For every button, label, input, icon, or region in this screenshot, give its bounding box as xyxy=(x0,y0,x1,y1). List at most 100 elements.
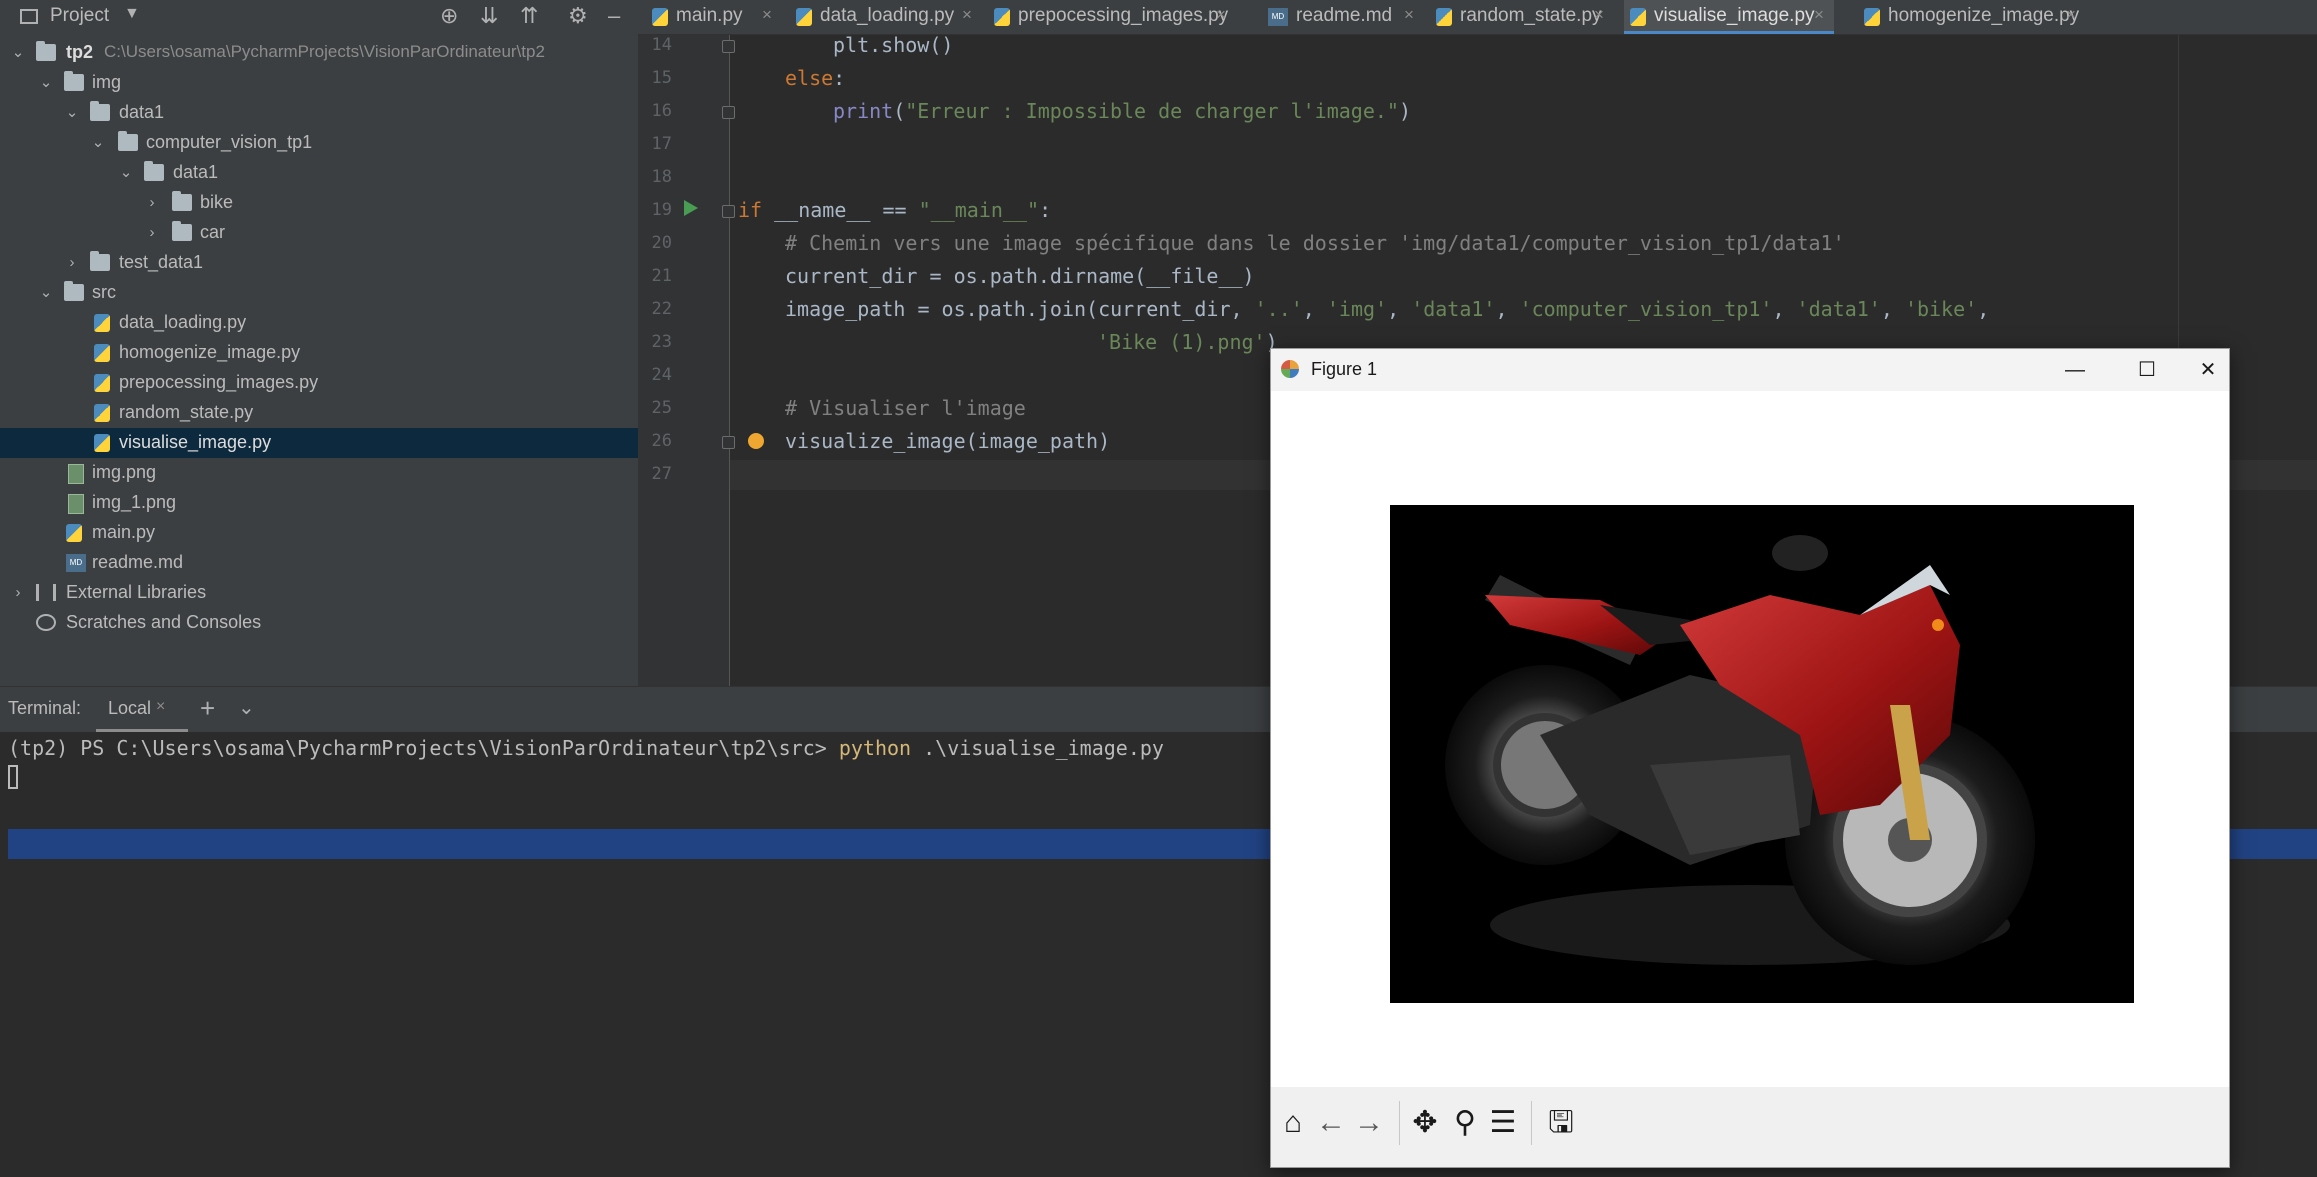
scratches-icon xyxy=(36,614,56,631)
project-header: Project ▼ ⊕ ⇊ ⇈ ⚙ – xyxy=(0,0,638,34)
close-icon[interactable]: ✕ xyxy=(2187,353,2229,387)
configure-subplots-icon[interactable]: ☰ xyxy=(1485,1103,1521,1143)
folder-icon xyxy=(144,161,164,181)
string: 'data1' xyxy=(1796,297,1881,321)
terminal-command: python xyxy=(838,736,912,760)
line-number: 21 xyxy=(651,266,672,286)
chevron-down-icon[interactable]: ⌄ xyxy=(36,278,56,308)
python-file-icon xyxy=(94,314,110,332)
chevron-right-icon[interactable]: › xyxy=(142,188,162,218)
matplotlib-figure-window[interactable]: Figure 1 — ☐ ✕ ⌂ ← → ✥ ⚲ ☰ 🖫 xyxy=(1270,348,2230,1168)
fold-marker-icon[interactable] xyxy=(722,40,735,53)
new-terminal-icon[interactable]: + xyxy=(200,693,215,724)
back-arrow-icon[interactable]: ← xyxy=(1313,1103,1349,1143)
tree-label: img_1.png xyxy=(92,492,177,512)
chevron-down-icon[interactable]: ⌄ xyxy=(62,98,82,128)
intention-bulb-icon[interactable] xyxy=(748,433,764,449)
close-icon[interactable]: × xyxy=(156,698,165,716)
hide-icon[interactable]: – xyxy=(608,3,620,29)
chevron-down-icon[interactable]: ⌄ xyxy=(8,38,28,68)
tab-main-py[interactable]: main.py × xyxy=(646,0,782,34)
line-number: 18 xyxy=(651,167,672,187)
tab-label: random_state.py xyxy=(1460,5,1602,26)
chevron-down-icon[interactable]: ⌄ xyxy=(88,128,108,158)
chevron-right-icon[interactable]: › xyxy=(8,578,28,608)
library-icon xyxy=(36,584,56,601)
tree-file-main-py[interactable]: main.py xyxy=(0,518,638,548)
chevron-down-icon[interactable]: ▼ xyxy=(124,5,140,23)
tree-file-img-1-png[interactable]: img_1.png xyxy=(0,488,638,518)
figure-canvas[interactable] xyxy=(1271,391,2229,1087)
project-title[interactable]: Project xyxy=(50,5,109,27)
fold-marker-icon[interactable] xyxy=(722,205,735,218)
chevron-down-icon[interactable]: ⌄ xyxy=(116,158,136,188)
tree-node-external-libraries[interactable]: › External Libraries xyxy=(0,578,638,608)
home-icon[interactable]: ⌂ xyxy=(1275,1103,1311,1143)
tree-node-tp2[interactable]: ⌄ tp2 C:\Users\osama\PycharmProjects\Vis… xyxy=(0,38,638,68)
close-icon[interactable]: × xyxy=(1594,5,1604,25)
string: 'bike' xyxy=(1904,297,1978,321)
code-line-15: else: xyxy=(785,66,845,90)
chevron-right-icon[interactable]: › xyxy=(62,248,82,278)
python-file-icon xyxy=(94,404,110,422)
tree-label: main.py xyxy=(92,522,156,542)
tree-file-homogenize-image[interactable]: homogenize_image.py xyxy=(0,338,638,368)
code-text: __name__ == xyxy=(762,198,919,222)
chevron-down-icon[interactable]: ⌄ xyxy=(238,695,255,720)
close-icon[interactable]: × xyxy=(1216,5,1226,25)
tree-file-visualise-image[interactable]: visualise_image.py xyxy=(0,428,638,458)
builtin: print xyxy=(833,99,894,123)
tree-file-prepocessing-images[interactable]: prepocessing_images.py xyxy=(0,368,638,398)
tree-node-car[interactable]: › car xyxy=(0,218,638,248)
tree-file-readme[interactable]: MD readme.md xyxy=(0,548,638,578)
figure-title: Figure 1 xyxy=(1311,359,1378,379)
code-text: , xyxy=(1772,297,1797,321)
code-line-14: plt.show() xyxy=(833,33,954,57)
forward-arrow-icon[interactable]: → xyxy=(1351,1103,1387,1143)
tree-node-scratches[interactable]: Scratches and Consoles xyxy=(0,608,638,638)
close-icon[interactable]: × xyxy=(962,5,972,25)
close-icon[interactable]: × xyxy=(1814,5,1824,25)
gutter-separator xyxy=(729,35,730,686)
fold-marker-icon[interactable] xyxy=(722,106,735,119)
zoom-icon[interactable]: ⚲ xyxy=(1447,1103,1483,1143)
chevron-right-icon[interactable]: › xyxy=(142,218,162,248)
tree-file-img-png[interactable]: img.png xyxy=(0,458,638,488)
locate-file-icon[interactable]: ⊕ xyxy=(440,3,458,29)
tree-file-data-loading[interactable]: data_loading.py xyxy=(0,308,638,338)
tree-file-random-state[interactable]: random_state.py xyxy=(0,398,638,428)
tab-data-loading[interactable]: data_loading.py × xyxy=(790,0,980,34)
tree-label: test_data1 xyxy=(119,252,204,272)
tree-node-src[interactable]: ⌄ src xyxy=(0,278,638,308)
tab-readme[interactable]: MD readme.md × xyxy=(1262,0,1422,34)
tab-prepocessing-images[interactable]: prepocessing_images.py × xyxy=(988,0,1236,34)
fold-marker-icon[interactable] xyxy=(722,436,735,449)
collapse-all-icon[interactable]: ⇈ xyxy=(520,3,538,29)
tree-node-data1[interactable]: ⌄ data1 xyxy=(0,98,638,128)
code-line-19: if __name__ == "__main__": xyxy=(738,198,1051,222)
tab-visualise-image[interactable]: visualise_image.py × xyxy=(1624,0,1834,34)
pan-icon[interactable]: ✥ xyxy=(1407,1103,1443,1143)
run-gutter-icon[interactable] xyxy=(684,200,698,216)
tree-node-img[interactable]: ⌄ img xyxy=(0,68,638,98)
line-number: 27 xyxy=(651,464,672,484)
maximize-icon[interactable]: ☐ xyxy=(2117,353,2177,387)
tab-homogenize-image[interactable]: homogenize_image.py × xyxy=(1858,0,2088,34)
minimize-icon[interactable]: — xyxy=(2045,353,2105,387)
gear-icon[interactable]: ⚙ xyxy=(568,3,588,29)
figure-title-bar[interactable]: Figure 1 — ☐ ✕ xyxy=(1271,349,2229,391)
tab-random-state[interactable]: random_state.py × xyxy=(1430,0,1616,34)
terminal-tab-local[interactable]: Local × xyxy=(96,687,188,732)
chevron-down-icon[interactable]: ⌄ xyxy=(36,68,56,98)
tab-label: homogenize_image.py xyxy=(1888,5,2080,26)
tree-node-computer-vision-tp1[interactable]: ⌄ computer_vision_tp1 xyxy=(0,128,638,158)
tree-node-bike[interactable]: › bike xyxy=(0,188,638,218)
save-icon[interactable]: 🖫 xyxy=(1543,1103,1579,1143)
close-icon[interactable]: × xyxy=(762,5,772,25)
tree-node-test-data1[interactable]: › test_data1 xyxy=(0,248,638,278)
close-icon[interactable]: × xyxy=(1404,5,1414,25)
tree-node-data1-inner[interactable]: ⌄ data1 xyxy=(0,158,638,188)
expand-all-icon[interactable]: ⇊ xyxy=(480,3,498,29)
close-icon[interactable]: × xyxy=(2066,5,2076,25)
tab-label: readme.md xyxy=(1296,5,1393,26)
